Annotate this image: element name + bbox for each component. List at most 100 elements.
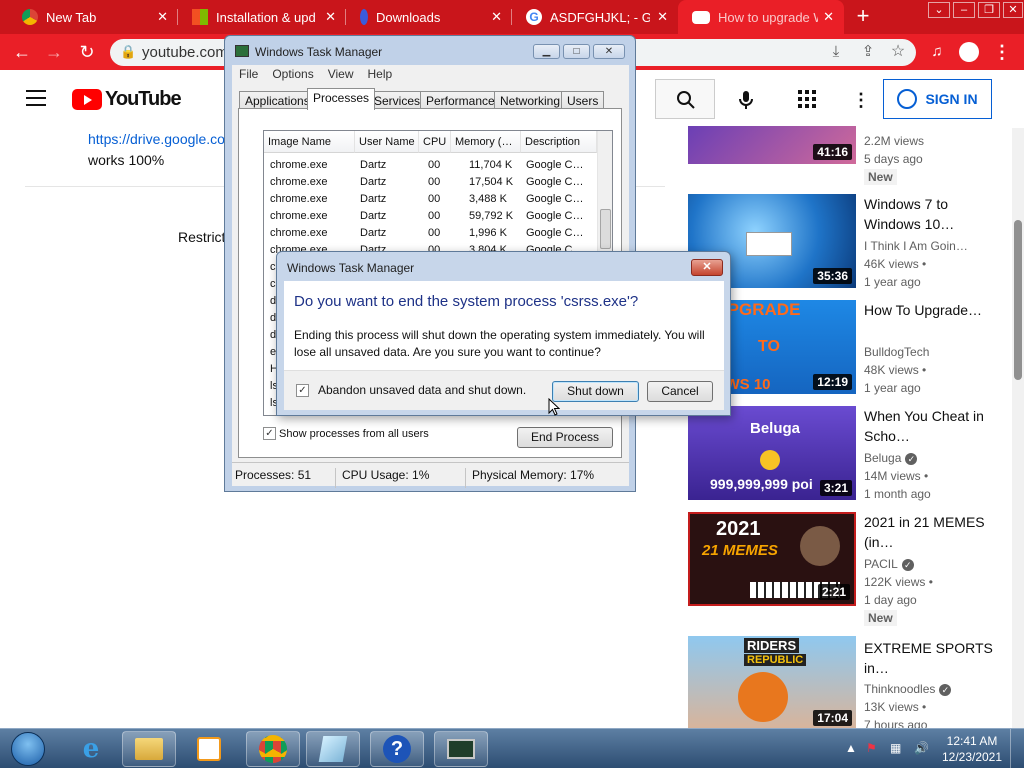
video-channel[interactable]: PACIL <box>864 557 898 571</box>
video-channel[interactable]: Thinknoodles <box>864 682 935 696</box>
profile-avatar[interactable] <box>957 40 981 64</box>
shut-down-button[interactable]: Shut down <box>552 381 639 402</box>
video-item[interactable]: 41:16 2.2M views 5 days ago New <box>688 126 1018 194</box>
search-icon[interactable] <box>676 90 696 110</box>
menu-file[interactable]: File <box>239 67 258 81</box>
video-thumbnail[interactable]: 41:16 <box>688 126 856 164</box>
process-row[interactable]: chrome.exe Dartz 00 1,996 K Google C… <box>264 225 596 242</box>
video-item[interactable]: EE UPGRADE TO INDOWS 10 12:19 How To Upg… <box>688 300 1018 396</box>
tab-installation[interactable]: Installation & upda ✕ <box>178 0 346 34</box>
bookmark-star-icon[interactable]: ☆ <box>886 40 910 64</box>
tab-networking[interactable]: Networking <box>494 91 567 109</box>
apps-grid-icon[interactable] <box>798 90 816 108</box>
column-description[interactable]: Description <box>521 131 597 153</box>
show-hidden-icons[interactable]: ▲ <box>845 741 857 755</box>
tab-users[interactable]: Users <box>561 91 605 109</box>
close-button[interactable]: ✕ <box>593 44 625 59</box>
menu-help[interactable]: Help <box>368 67 393 81</box>
video-channel[interactable]: BulldogTech <box>864 345 929 359</box>
tab-processes[interactable]: Processes <box>307 88 376 110</box>
video-title[interactable]: Windows 7 to Windows 10… <box>864 194 1004 234</box>
page-scrollbar[interactable] <box>1012 128 1024 728</box>
close-icon[interactable]: ✕ <box>823 9 834 25</box>
dialog-close-button[interactable]: ✕ <box>691 259 723 276</box>
forward-arrow-icon[interactable]: → <box>42 40 66 64</box>
process-row[interactable]: chrome.exe Dartz 00 17,504 K Google C… <box>264 174 596 191</box>
show-all-users-checkbox[interactable]: ✓ <box>263 427 276 440</box>
chevron-down-icon[interactable]: ⌄ <box>928 2 950 18</box>
more-options-icon[interactable]: ⋮ <box>852 90 870 111</box>
tab-google[interactable]: G ASDFGHJKL; - Goo ✕ <box>512 0 678 34</box>
video-title[interactable]: How To Upgrade… <box>864 300 1004 320</box>
video-thumbnail[interactable]: Beluga 999,999,999 poi 3:21 <box>688 406 856 500</box>
video-item[interactable]: RIDERS REPUBLIC 17:04 EXTREME SPORTS in…… <box>688 636 1018 732</box>
description-link[interactable]: https://drive.google.co <box>88 131 225 147</box>
abandon-data-checkbox[interactable]: ✓ <box>296 383 309 397</box>
column-user-name[interactable]: User Name <box>355 131 419 153</box>
video-thumbnail[interactable]: RIDERS REPUBLIC 17:04 <box>688 636 856 730</box>
cancel-button[interactable]: Cancel <box>647 381 713 402</box>
video-title[interactable]: 2021 in 21 MEMES (in… <box>864 512 1004 552</box>
microphone-icon[interactable] <box>738 90 754 110</box>
restore-icon[interactable]: ❐ <box>978 2 1000 18</box>
tab-youtube-active[interactable]: How to upgrade W ✕ <box>678 0 844 34</box>
tab-performance[interactable]: Performance <box>420 91 501 109</box>
process-row[interactable]: chrome.exe Dartz 00 11,704 K Google C… <box>264 157 596 174</box>
help-icon[interactable]: ? <box>370 731 424 767</box>
video-channel[interactable]: Beluga <box>864 451 901 465</box>
share-icon[interactable]: ⇪ <box>856 40 880 64</box>
tab-downloads[interactable]: Downloads ✕ <box>346 0 512 34</box>
close-icon[interactable]: ✕ <box>657 9 668 25</box>
hamburger-menu-icon[interactable] <box>26 90 46 106</box>
notepad-icon[interactable] <box>306 731 360 767</box>
abandon-data-row[interactable]: ✓ Abandon unsaved data and shut down. <box>296 383 526 397</box>
install-icon[interactable]: ⤓ <box>824 40 848 64</box>
volume-icon[interactable]: 🔊 <box>914 741 929 755</box>
internet-explorer-icon[interactable]: e <box>64 731 118 767</box>
maximize-button[interactable]: □ <box>563 44 590 59</box>
file-explorer-icon[interactable] <box>122 731 176 767</box>
menu-options[interactable]: Options <box>272 67 313 81</box>
video-title[interactable]: When You Cheat in Scho… <box>864 406 1004 446</box>
sign-in-button[interactable]: SIGN IN <box>883 79 992 119</box>
close-icon[interactable]: ✕ <box>491 9 502 25</box>
new-tab-button[interactable]: + <box>850 4 876 30</box>
back-arrow-icon[interactable]: ← <box>10 40 34 64</box>
media-control-icon[interactable]: ♫ <box>925 40 949 64</box>
column-memory[interactable]: Memory (… <box>451 131 521 153</box>
menu-dots-icon[interactable]: ⋮ <box>990 40 1014 64</box>
minimize-button[interactable]: ▁ <box>533 44 560 59</box>
video-thumbnail[interactable]: 2021 21 MEMES 2:21 <box>688 512 856 606</box>
video-item[interactable]: 2021 21 MEMES 2:21 2021 in 21 MEMES (in…… <box>688 512 1018 626</box>
close-window-icon[interactable]: ✕ <box>1003 2 1023 18</box>
video-item[interactable]: 35:36 Windows 7 to Windows 10… I Think I… <box>688 194 1018 290</box>
process-row[interactable]: chrome.exe Dartz 00 3,488 K Google C… <box>264 191 596 208</box>
clock[interactable]: 12:41 AM 12/23/2021 <box>940 733 1004 765</box>
network-icon[interactable]: ▦ <box>890 741 901 755</box>
show-all-users-row[interactable]: ✓ Show processes from all users <box>263 427 429 440</box>
scrollbar-thumb[interactable] <box>600 209 611 249</box>
end-process-button[interactable]: End Process <box>517 427 613 448</box>
video-title[interactable]: EXTREME SPORTS in… <box>864 638 1004 678</box>
media-player-icon[interactable] <box>182 731 236 767</box>
close-icon[interactable]: ✕ <box>157 9 168 25</box>
video-item[interactable]: Beluga 999,999,999 poi 3:21 When You Che… <box>688 406 1018 502</box>
youtube-logo[interactable]: YouTube <box>72 88 182 111</box>
column-cpu[interactable]: CPU <box>419 131 451 153</box>
tab-services[interactable]: Services <box>368 91 427 109</box>
task-manager-icon[interactable] <box>434 731 488 767</box>
close-icon[interactable]: ✕ <box>325 9 336 25</box>
menu-view[interactable]: View <box>328 67 354 81</box>
page-scrollbar-thumb[interactable] <box>1014 220 1022 380</box>
show-desktop-button[interactable] <box>1010 729 1024 769</box>
video-channel[interactable]: I Think I Am Goin… <box>864 239 968 253</box>
tab-new-tab[interactable]: New Tab ✕ <box>8 0 178 34</box>
chrome-icon[interactable] <box>246 731 300 767</box>
start-button[interactable] <box>4 731 52 767</box>
column-image-name[interactable]: Image Name <box>264 131 355 153</box>
reload-icon[interactable]: ↻ <box>75 40 99 64</box>
tab-applications[interactable]: Applications <box>239 91 316 109</box>
process-row[interactable]: chrome.exe Dartz 00 59,792 K Google C… <box>264 208 596 225</box>
action-center-icon[interactable]: ⚑ <box>866 741 877 755</box>
minimize-icon[interactable]: – <box>953 2 975 18</box>
